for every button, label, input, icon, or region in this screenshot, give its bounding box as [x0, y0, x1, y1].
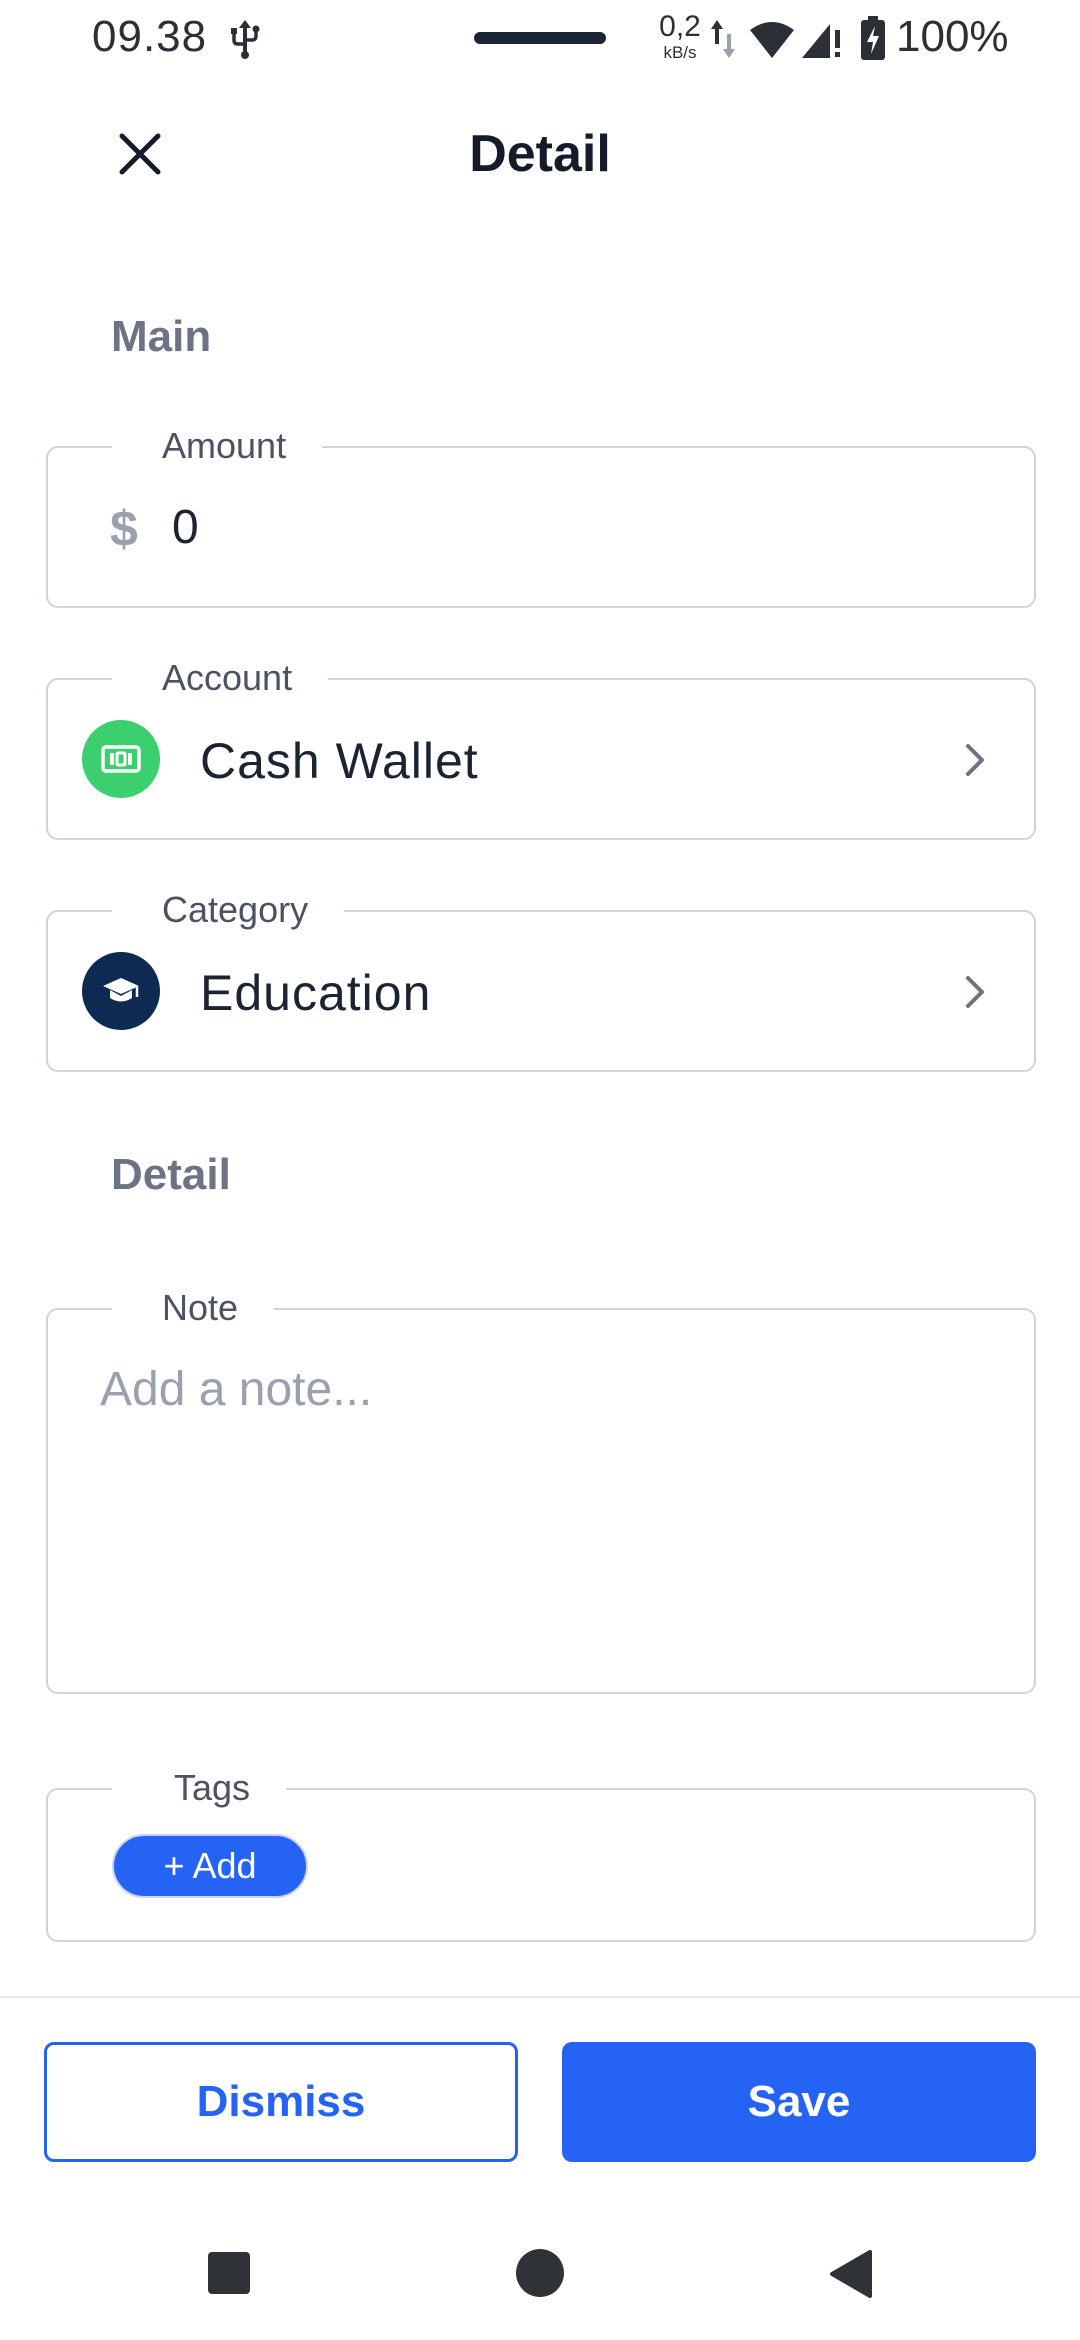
tags-label: Tags: [112, 1762, 287, 1814]
network-speed-value: 0,2: [659, 10, 701, 43]
network-speed: 0,2 kB/s: [654, 10, 706, 62]
amount-input[interactable]: 0: [172, 500, 199, 555]
note-placeholder[interactable]: Add a note...: [100, 1362, 372, 1417]
status-time: 09.38: [92, 12, 208, 61]
status-bar: 09.38 0,2 kB/s 100%: [0, 0, 1080, 80]
category-select[interactable]: Category Education: [46, 884, 1036, 1072]
add-tag-button[interactable]: + Add: [112, 1834, 308, 1898]
section-title-detail: Detail: [111, 1150, 231, 1199]
banknote-icon: [82, 720, 160, 798]
save-button[interactable]: Save: [562, 2042, 1036, 2162]
chevron-right-icon: [966, 744, 984, 776]
home-circle-icon[interactable]: [516, 2249, 564, 2297]
signal-icon: [802, 24, 840, 58]
dismiss-button[interactable]: Dismiss: [44, 2042, 518, 2162]
account-select[interactable]: Account Cash Wallet: [46, 652, 1036, 840]
network-speed-unit: kB/s: [663, 43, 697, 62]
note-label: Note: [112, 1282, 275, 1334]
category-value: Education: [200, 965, 432, 1021]
currency-symbol: $: [110, 501, 138, 557]
tags-field: Tags + Add: [46, 1762, 1036, 1942]
account-label: Account: [112, 652, 329, 704]
usb-icon: [231, 20, 260, 59]
chevron-right-icon: [966, 976, 984, 1008]
note-field[interactable]: Note Add a note...: [46, 1282, 1036, 1694]
category-label: Category: [112, 884, 345, 936]
back-triangle-icon[interactable]: [826, 2248, 874, 2300]
amount-field[interactable]: Amount $ 0: [46, 420, 1036, 608]
graduation-cap-icon: [82, 952, 160, 1030]
page-title: Detail: [469, 125, 611, 183]
recents-square-icon[interactable]: [208, 2252, 250, 2294]
wifi-icon: [750, 22, 794, 58]
notch-indicator: [474, 32, 606, 44]
battery-charging-icon: [861, 16, 885, 60]
section-title-main: Main: [111, 312, 212, 361]
account-value: Cash Wallet: [200, 733, 479, 789]
battery-percent: 100%: [896, 12, 1009, 61]
footer-divider: [0, 1996, 1080, 1998]
amount-label: Amount: [112, 420, 323, 472]
data-arrows-icon: [711, 20, 735, 58]
